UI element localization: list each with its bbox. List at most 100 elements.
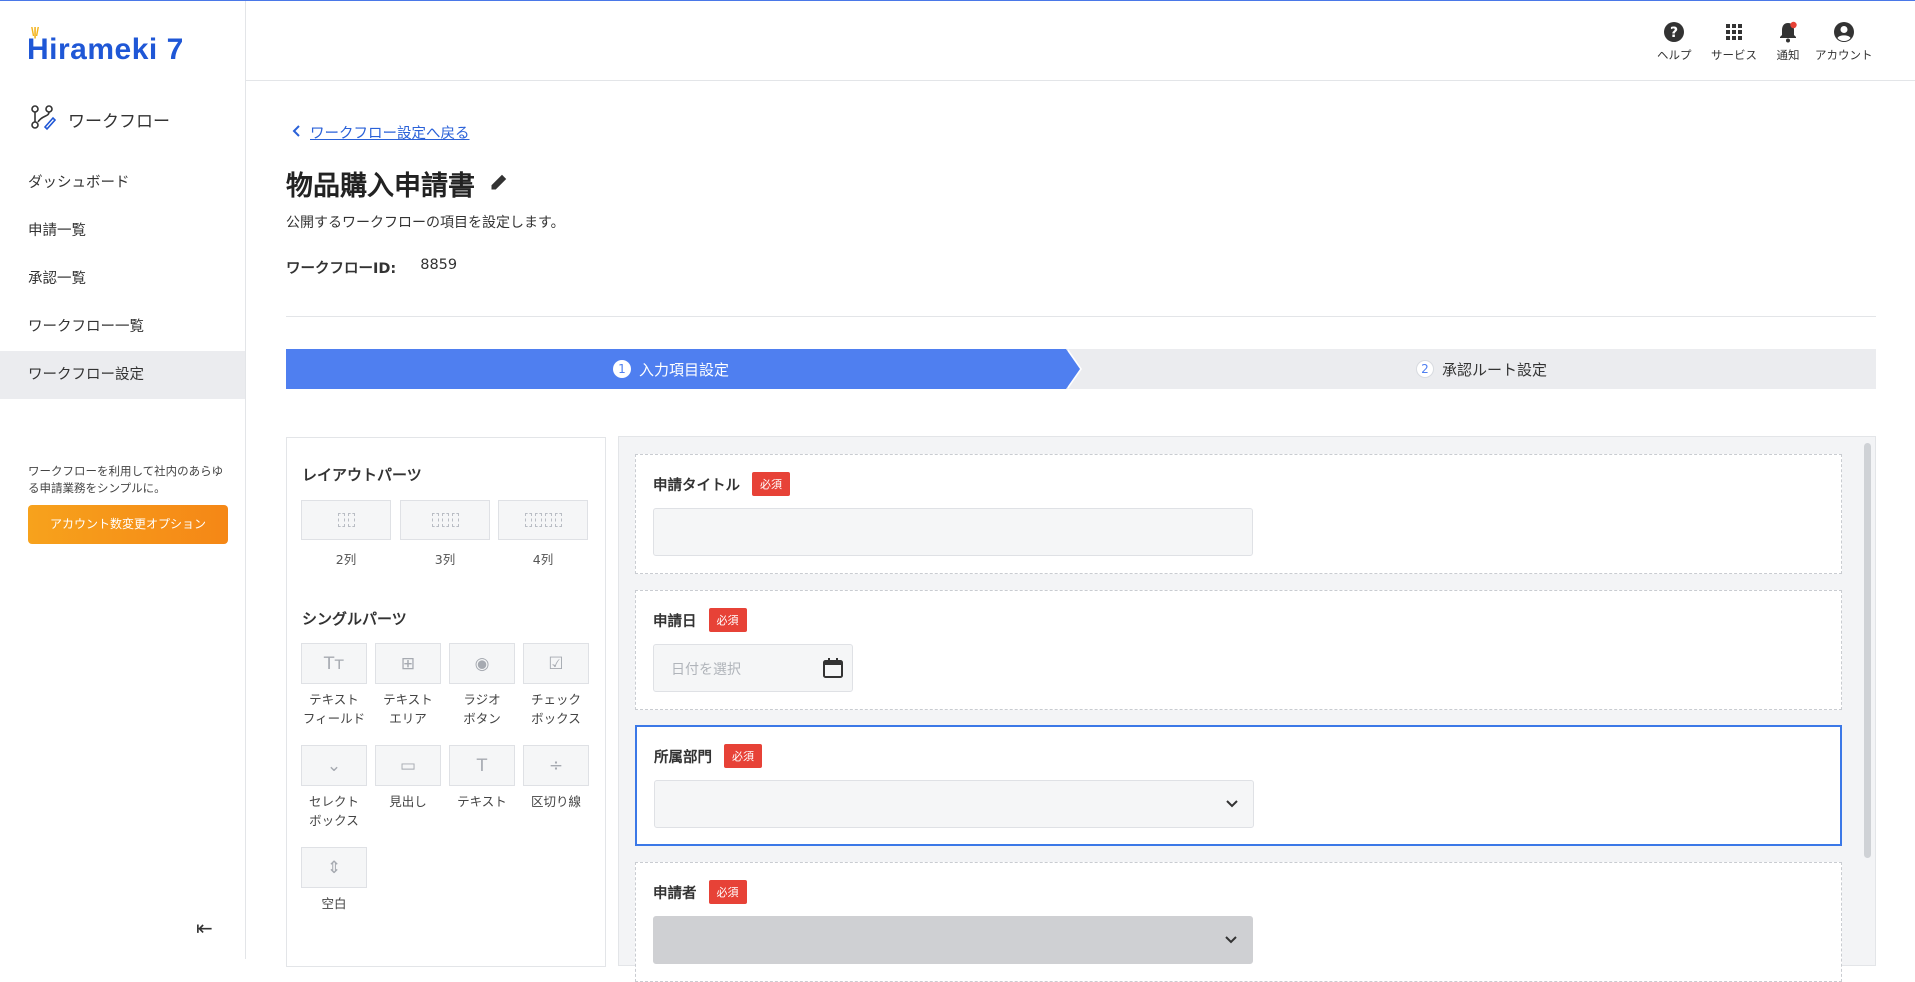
part-label-line: 区切り線 <box>530 794 581 809</box>
app-logo[interactable]: \|/ Hirameki 7 <box>27 25 184 67</box>
date-input[interactable]: 日付を選択 <box>653 644 853 692</box>
chevron-down-icon <box>1224 933 1238 949</box>
text-field-part[interactable]: Tт <box>301 643 367 684</box>
layout-4-columns[interactable] <box>498 500 588 540</box>
required-badge: 必須 <box>708 608 747 632</box>
module-name: ワークフロー <box>68 112 170 132</box>
part-label-line: テキスト <box>309 692 359 707</box>
text-icon: T <box>476 755 488 776</box>
checkbox-icon: ☑ <box>548 653 564 674</box>
form-field-department[interactable]: 所属部門 必須 <box>635 725 1842 846</box>
step-2-label: 承認ルート設定 <box>1442 360 1548 379</box>
chevron-down-icon: ⌄ <box>326 755 342 776</box>
layout-2-label: 2列 <box>335 552 357 567</box>
field-label: 申請日 <box>653 613 697 630</box>
canvas-scrollbar[interactable] <box>1864 443 1871 858</box>
chevron-left-icon <box>292 124 302 141</box>
back-link[interactable]: ワークフロー設定へ戻る <box>292 122 470 143</box>
part-label-line: テキスト <box>457 794 507 809</box>
part-label-line: テキスト <box>383 692 433 707</box>
edit-pencil-icon[interactable] <box>489 168 509 199</box>
module-title: ワークフロー <box>28 103 170 136</box>
account-icon <box>1832 20 1856 44</box>
part-label-line: ボックス <box>309 813 359 828</box>
field-label: 申請者 <box>653 885 697 902</box>
services-label: サービス <box>1711 48 1757 62</box>
field-label-group: 申請者 必須 <box>653 880 747 904</box>
field-label-group: 申請タイトル 必須 <box>653 472 790 496</box>
sidebar-item-application-list[interactable]: 申請一覧 <box>0 207 245 255</box>
text-part[interactable]: T <box>449 745 515 786</box>
layout-parts-heading: レイアウトパーツ <box>302 466 422 484</box>
collapse-sidebar-icon[interactable]: ⇤ <box>196 916 213 940</box>
date-placeholder: 日付を選択 <box>671 662 741 678</box>
form-field-applicant[interactable]: 申請者 必須 <box>635 862 1842 982</box>
sidebar-item-dashboard[interactable]: ダッシュボード <box>0 159 245 207</box>
calendar-icon[interactable] <box>822 657 844 683</box>
divider <box>286 316 1876 317</box>
svg-text:?: ? <box>1670 25 1678 41</box>
spacer-part[interactable]: ⇕ <box>301 847 367 888</box>
logo-spark: \|/ <box>31 25 39 39</box>
heading-part[interactable]: ▭ <box>375 745 441 786</box>
services-button[interactable]: サービス <box>1711 20 1757 63</box>
select-box-part[interactable]: ⌄ <box>301 745 367 786</box>
help-button[interactable]: ? ヘルプ <box>1657 20 1692 63</box>
part-label-line: ラジオ <box>463 692 501 707</box>
field-label-group: 所属部門 必須 <box>654 744 762 768</box>
logo-text: Hirameki 7 <box>27 33 184 66</box>
field-label-group: 申請日 必須 <box>653 608 747 632</box>
grid-icon <box>1722 20 1746 44</box>
layout-3-columns[interactable] <box>400 500 490 540</box>
help-label: ヘルプ <box>1657 48 1692 62</box>
part-label: 見出し <box>371 792 445 811</box>
step-approval-route[interactable]: 2 承認ルート設定 <box>1416 349 1547 389</box>
required-badge: 必須 <box>752 472 790 496</box>
part-label: セレクト ボックス <box>297 792 371 830</box>
text-input[interactable] <box>653 508 1253 556</box>
back-link-label: ワークフロー設定へ戻る <box>310 126 470 142</box>
layout-3-label: 3列 <box>434 552 456 567</box>
form-field-application-date[interactable]: 申請日 必須 日付を選択 <box>635 590 1842 710</box>
step-input-settings[interactable]: 1 入力項目設定 <box>286 349 1080 389</box>
select-input-disabled[interactable] <box>653 916 1253 964</box>
sidebar-item-approval-list[interactable]: 承認一覧 <box>0 255 245 303</box>
promo-text: ワークフローを利用して社内のあらゆる申請業務をシンプルに。 <box>28 464 224 495</box>
part-label: テキスト フィールド <box>297 690 371 728</box>
top-header: ? ヘルプ サービス 通知 アカウント <box>246 1 1915 81</box>
radio-button-part[interactable]: ◉ <box>449 643 515 684</box>
part-label-line: エリア <box>389 711 427 726</box>
sidebar-item-workflow-list[interactable]: ワークフロー一覧 <box>0 303 245 351</box>
notifications-button[interactable]: 通知 <box>1776 20 1800 63</box>
required-badge: 必須 <box>708 880 747 904</box>
parts-palette: レイアウトパーツ 2列 3列 4列 シングルパーツ Tт ⊞ ◉ ☑ テキストフ… <box>286 437 606 967</box>
part-label: 区切り線 <box>519 792 593 811</box>
help-icon: ? <box>1662 20 1686 44</box>
step-2-number: 2 <box>1416 360 1434 378</box>
spacer-icon: ⇕ <box>326 857 342 878</box>
field-label: 所属部門 <box>654 749 712 766</box>
workflow-icon <box>28 103 57 136</box>
bell-icon <box>1776 20 1800 44</box>
account-option-button[interactable]: アカウント数変更オプション <box>28 505 228 544</box>
select-input[interactable] <box>654 780 1254 828</box>
workflow-id-value: 8859 <box>420 257 458 273</box>
chevron-down-icon <box>1225 797 1239 813</box>
page-subtitle: 公開するワークフローの項目を設定します。 <box>286 215 565 231</box>
divider-part[interactable]: ÷ <box>523 745 589 786</box>
part-label-line: ボタン <box>463 711 501 726</box>
text-area-part[interactable]: ⊞ <box>375 643 441 684</box>
form-field-application-title[interactable]: 申請タイトル 必須 <box>635 454 1842 574</box>
part-label-line: 見出し <box>389 794 427 809</box>
page-title: 物品購入申請書 <box>286 164 509 203</box>
layout-4-label: 4列 <box>532 552 554 567</box>
layout-2-columns[interactable] <box>301 500 391 540</box>
step-1-label-group: 1 入力項目設定 <box>613 349 729 389</box>
required-badge: 必須 <box>724 744 762 768</box>
part-label: チェック ボックス <box>519 690 593 728</box>
step-1-label: 入力項目設定 <box>639 360 730 379</box>
account-label: アカウント <box>1815 48 1873 62</box>
sidebar-item-workflow-settings[interactable]: ワークフロー設定 <box>0 351 245 399</box>
account-button[interactable]: アカウント <box>1815 20 1873 63</box>
checkbox-part[interactable]: ☑ <box>523 643 589 684</box>
